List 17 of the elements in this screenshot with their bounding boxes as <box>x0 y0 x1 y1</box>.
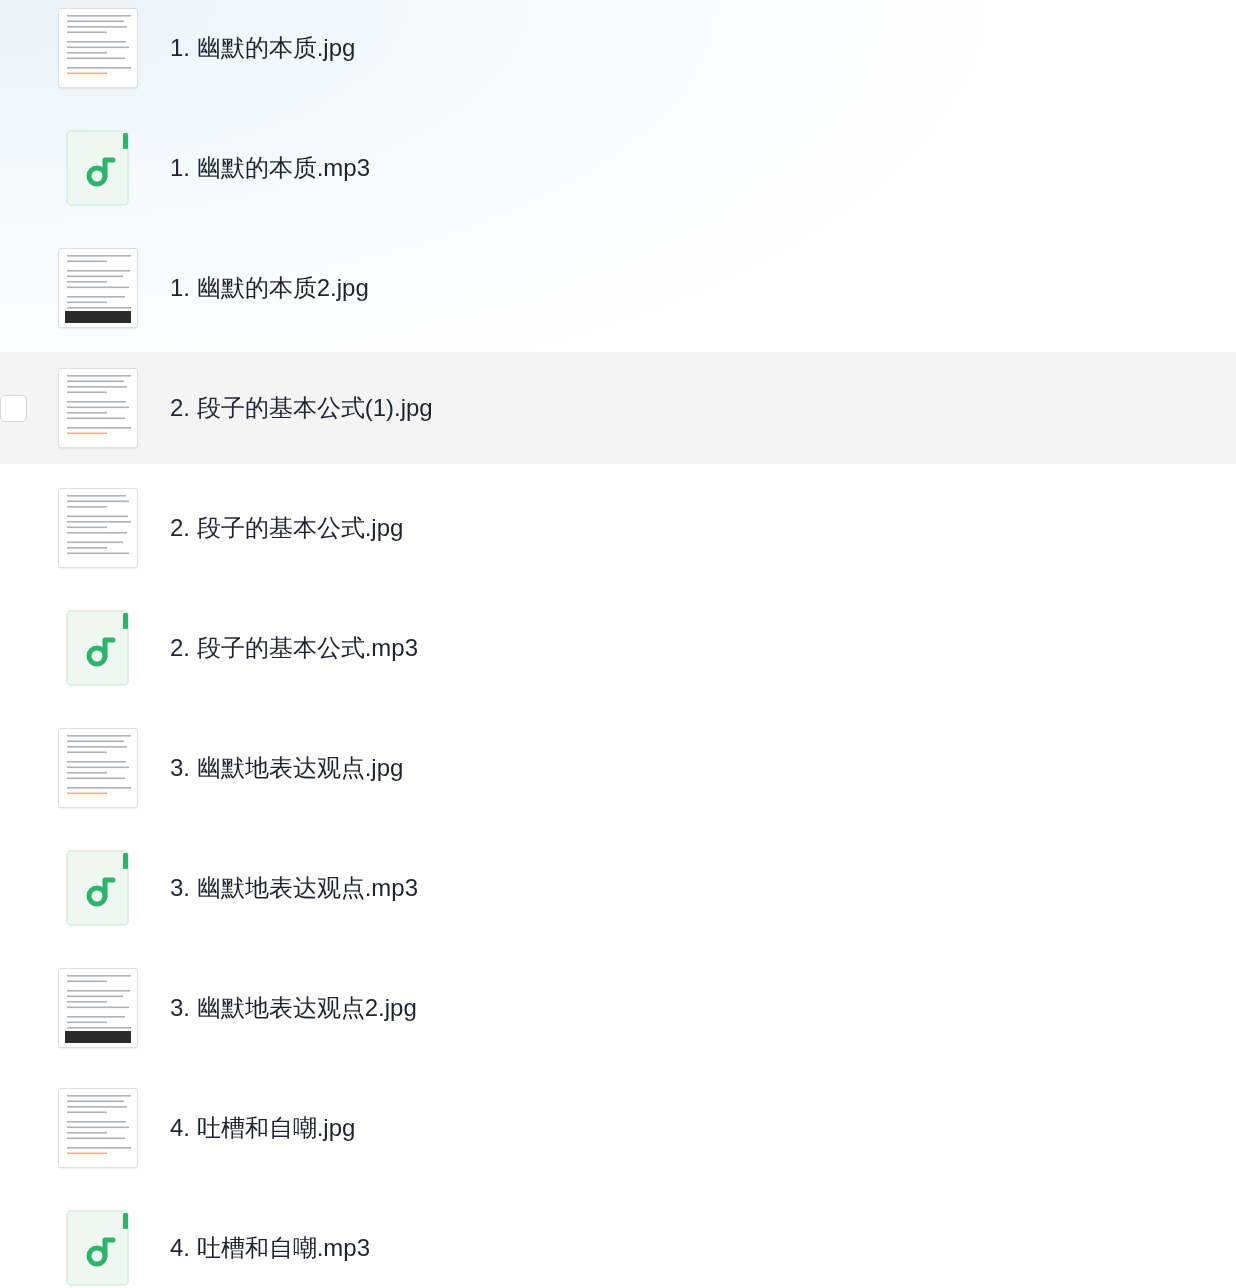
music-file-icon <box>66 130 130 206</box>
file-name: 2. 段子的基本公式(1).jpg <box>170 393 433 423</box>
file-name: 3. 幽默地表达观点.jpg <box>170 753 404 783</box>
file-name: 1. 幽默的本质2.jpg <box>170 273 369 303</box>
file-name: 2. 段子的基本公式.mp3 <box>170 633 419 663</box>
file-name: 4. 吐槽和自嘲.jpg <box>170 1113 356 1143</box>
music-file-icon <box>66 850 130 926</box>
file-name: 4. 吐槽和自嘲.mp3 <box>170 1233 371 1263</box>
file-name: 3. 幽默地表达观点.mp3 <box>170 873 419 903</box>
file-list-item[interactable]: 2. 段子的基本公式(1).jpg <box>0 352 1236 464</box>
music-file-icon <box>66 610 130 686</box>
checkbox[interactable] <box>0 394 27 422</box>
file-name: 1. 幽默的本质.jpg <box>170 33 356 63</box>
file-name: 3. 幽默地表达观点2.jpg <box>170 993 417 1023</box>
file-name: 1. 幽默的本质.mp3 <box>170 153 371 183</box>
music-file-icon <box>66 1210 130 1286</box>
file-name: 2. 段子的基本公式.jpg <box>170 513 404 543</box>
